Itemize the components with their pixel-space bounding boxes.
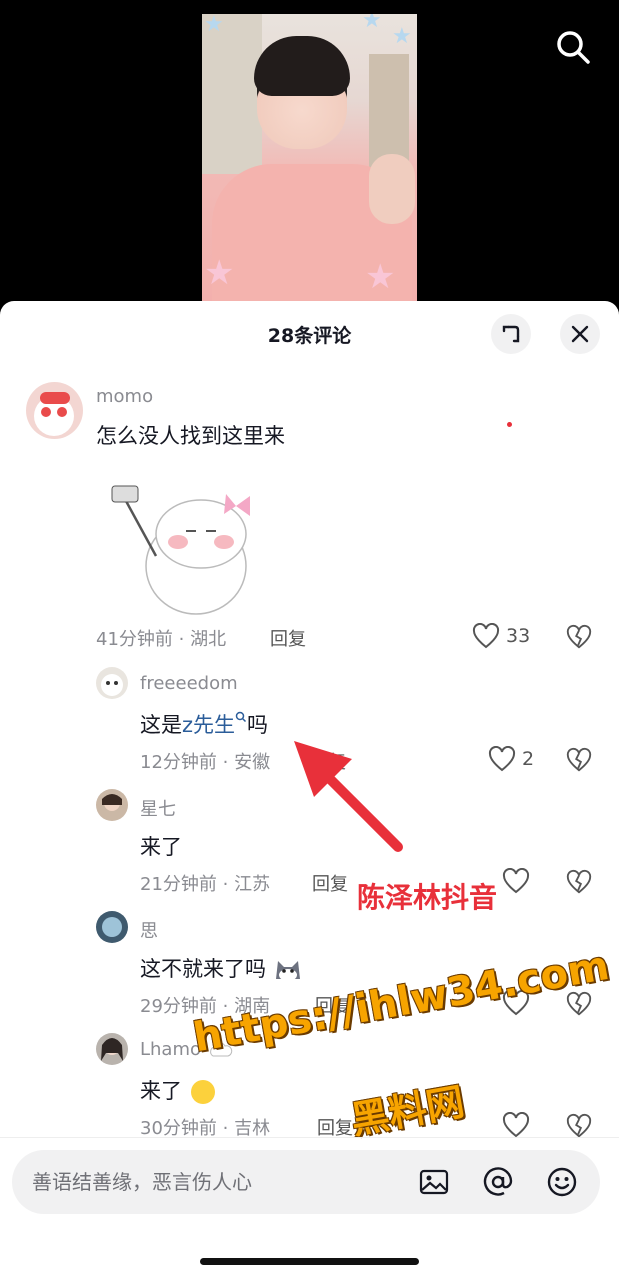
avatar[interactable]: [96, 911, 128, 943]
star-sticker-icon: ★: [204, 253, 235, 293]
comment-username[interactable]: 星七: [140, 795, 176, 821]
broken-heart-icon[interactable]: [566, 869, 592, 895]
avatar[interactable]: [96, 667, 128, 699]
comment-input-bar: [12, 1150, 600, 1214]
image-icon[interactable]: [418, 1166, 450, 1198]
star-sticker-icon: ★: [362, 14, 382, 33]
sticker-image[interactable]: [106, 476, 256, 616]
comment-username[interactable]: freeeedom: [140, 673, 238, 694]
unread-dot: [507, 422, 512, 427]
heart-icon: [472, 623, 500, 649]
avatar[interactable]: [96, 789, 128, 821]
home-indicator[interactable]: [200, 1258, 419, 1265]
avatar[interactable]: [96, 1033, 128, 1065]
like-button[interactable]: 33: [472, 623, 530, 649]
comment-text-part: 这不就来了吗: [140, 957, 266, 981]
broken-heart-icon[interactable]: [566, 747, 592, 773]
like-button[interactable]: 2: [488, 746, 534, 772]
comment-text: 来了: [140, 835, 182, 859]
comment-input[interactable]: [32, 1150, 412, 1214]
like-count: 2: [522, 748, 535, 770]
video-bg-wall: [202, 14, 262, 174]
broken-heart-icon[interactable]: [566, 1113, 592, 1139]
video-person-hair: [254, 36, 350, 96]
like-button[interactable]: [502, 868, 530, 894]
star-sticker-icon: ★: [365, 257, 396, 297]
at-icon[interactable]: [482, 1166, 514, 1198]
comment-item: Lhamo 来了 30分钟前 · 吉林 回复: [0, 1027, 619, 1139]
search-icon: [235, 711, 247, 723]
comment-text-part: 这是: [140, 713, 182, 737]
annotation-caption: 陈泽林抖音: [357, 881, 498, 914]
video-thumbnail[interactable]: ★ ★ ★ ★ ★: [202, 14, 417, 304]
comment-username[interactable]: 思: [140, 917, 158, 943]
comment-username[interactable]: momo: [96, 386, 153, 407]
comment-text: 怎么没人找到这里来: [96, 424, 285, 448]
comment-text-part: 吗: [247, 713, 269, 737]
like-button[interactable]: [502, 1112, 530, 1138]
comment-item: momo 怎么没人找到这里来 41分钟前 · 湖北 回复 33: [0, 301, 619, 661]
emoji-icon[interactable]: [546, 1166, 578, 1198]
comment-text: 这不就来了吗: [140, 953, 303, 983]
reply-button[interactable]: 回复: [270, 625, 306, 651]
comment-text-part: 来了: [140, 1079, 182, 1103]
comment-meta: 41分钟前 · 湖北: [96, 629, 227, 650]
video-player[interactable]: ★ ★ ★ ★ ★: [0, 0, 619, 320]
search-keyword-link[interactable]: z先生: [182, 713, 235, 737]
star-sticker-icon: ★: [204, 14, 224, 37]
comment-meta: 21分钟前 · 江苏: [140, 874, 271, 895]
heart-icon: [502, 868, 530, 894]
husky-emoji-icon: [275, 961, 300, 981]
avatar[interactable]: [26, 382, 83, 439]
comment-username-text: Lhamo: [140, 1039, 202, 1060]
divider: [0, 1137, 619, 1138]
video-person-hand: [369, 154, 415, 224]
comment-text: 来了: [140, 1075, 217, 1106]
broken-heart-icon[interactable]: [566, 624, 592, 650]
reply-button[interactable]: 回复: [312, 870, 348, 896]
star-sticker-icon: ★: [392, 24, 412, 49]
comment-text: 这是z先生吗: [140, 709, 268, 739]
smile-emoji-icon: [190, 1080, 215, 1104]
red-arrow-annotation: [294, 741, 403, 852]
like-count: 33: [506, 625, 531, 647]
comment-meta: 12分钟前 · 安徽: [140, 752, 271, 773]
heart-icon: [488, 746, 516, 772]
search-icon[interactable]: [552, 26, 594, 68]
heart-icon: [502, 1112, 530, 1138]
